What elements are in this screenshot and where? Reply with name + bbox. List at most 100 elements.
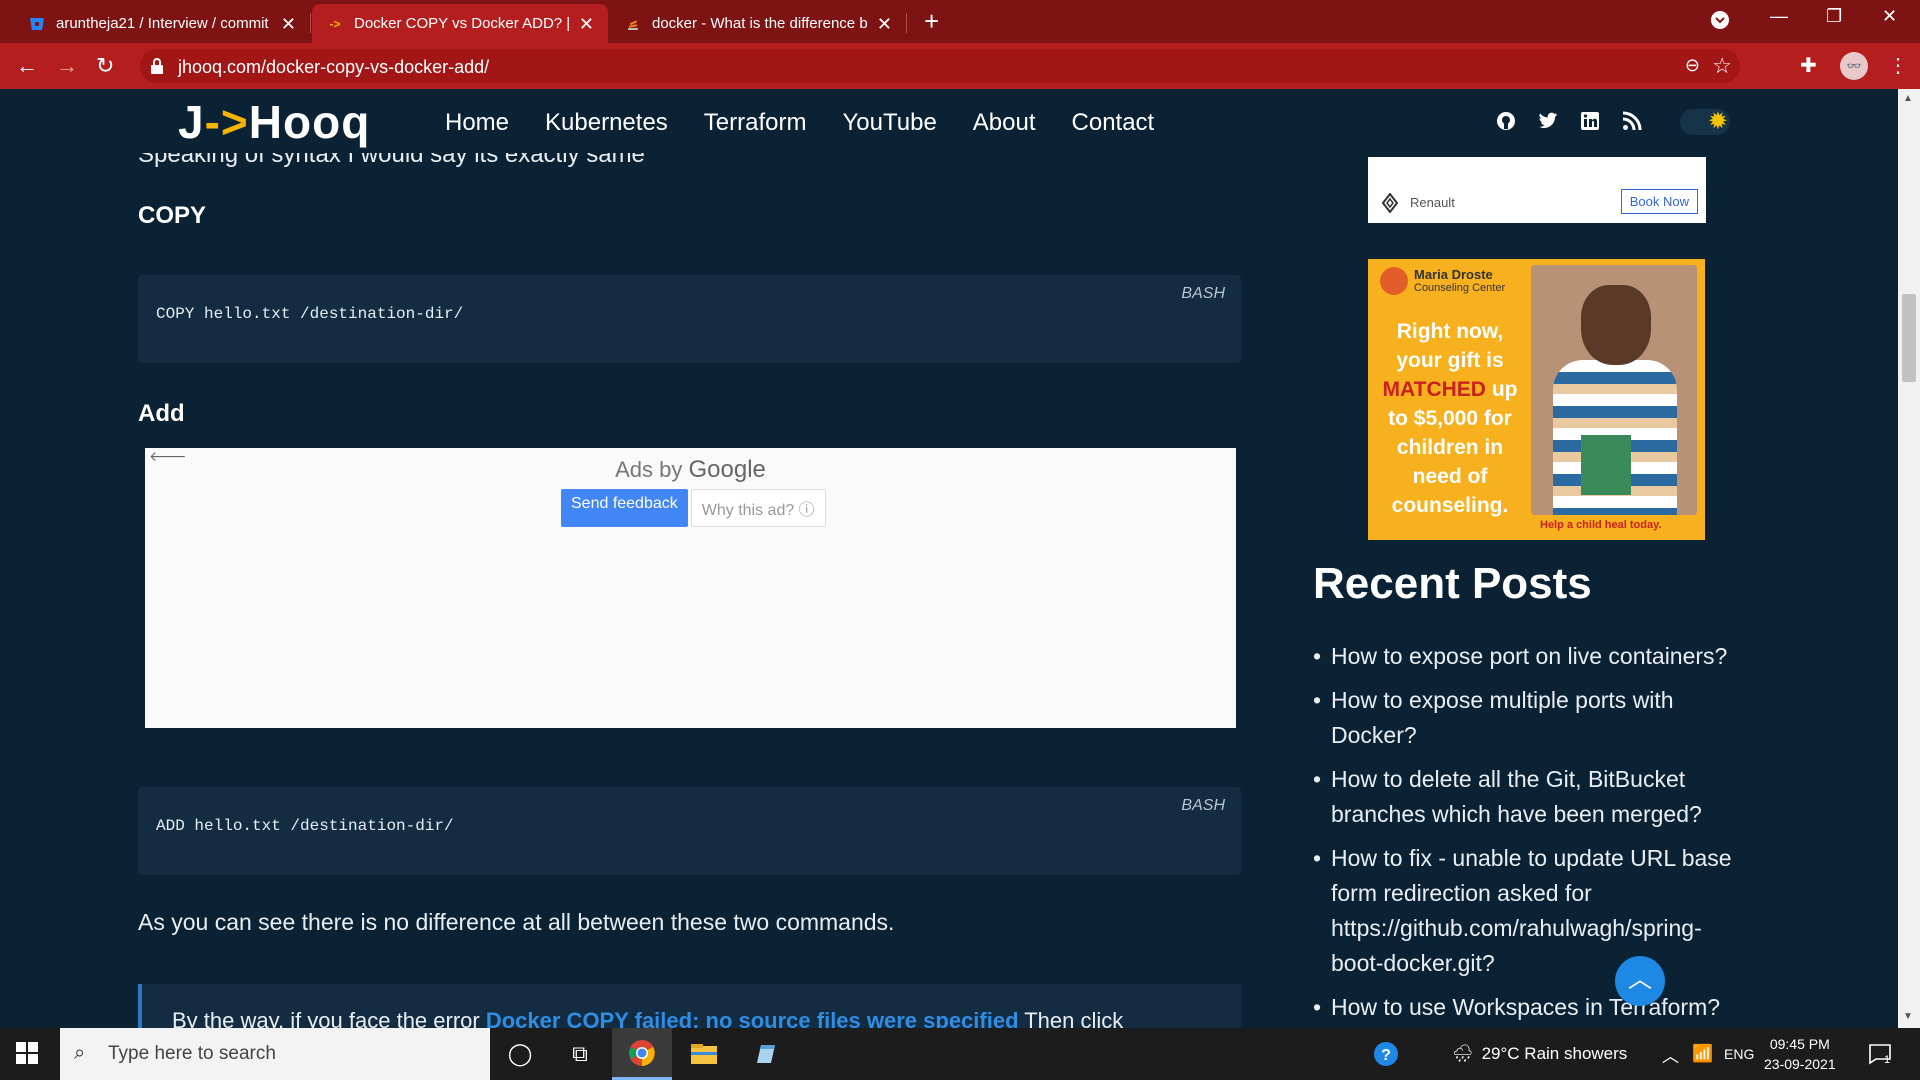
why-this-ad-button[interactable]: Why this ad? ⓘ [690,489,826,527]
recent-post-link[interactable]: How to delete all the Git, BitBucket bra… [1313,762,1753,832]
clock-date: 23-09-2021 [1764,1056,1836,1072]
note-link[interactable]: Docker COPY failed: no source files were… [486,1008,1019,1028]
bookmark-star-icon[interactable]: ☆ [1712,53,1732,79]
close-tab-icon[interactable]: ✕ [579,15,594,33]
scroll-thumb[interactable] [1902,294,1916,382]
linkedin-icon[interactable] [1579,111,1601,133]
tab-separator [906,13,907,33]
recent-post-link[interactable]: How to fix - unable to update URL base f… [1313,841,1753,981]
language-indicator[interactable]: ENG [1724,1028,1754,1080]
browser-menu-icon[interactable]: ⋮ [1888,52,1908,80]
close-tab-icon[interactable]: ✕ [281,15,296,33]
heart-logo-icon [1380,267,1408,295]
scroll-down-icon[interactable]: ▼ [1903,1011,1913,1022]
tab-search-chevron-icon[interactable] [1710,10,1730,35]
help-icon[interactable]: ? [1356,1028,1416,1080]
forward-arrow-icon[interactable]: → [56,53,78,79]
restore-icon[interactable]: ❐ [1826,6,1842,27]
search-icon: ⌕ [74,1042,86,1064]
windows-start-icon[interactable] [16,1042,38,1064]
twitter-icon[interactable] [1537,111,1559,133]
chrome-icon[interactable] [612,1028,672,1080]
github-icon[interactable] [1495,111,1517,133]
recent-post-link[interactable]: How to expose port on live containers? [1313,639,1753,674]
taskbar-search[interactable]: ⌕ Type here to search [60,1028,490,1080]
new-tab-plus-icon[interactable]: + [924,8,939,34]
task-view-icon[interactable]: ⧉ [550,1028,610,1080]
tab-bitbucket[interactable]: aruntheja21 / Interview / commit ✕ [14,4,310,43]
sun-icon: ✹ [1707,108,1728,135]
scroll-to-top-button[interactable]: ︿ [1615,956,1665,1006]
taskbar-clock[interactable]: 09:45 PM 23-09-2021 [1764,1034,1836,1074]
close-window-icon[interactable]: ✕ [1882,6,1897,27]
maria-subtitle: Counseling Center [1414,282,1506,294]
weather-widget[interactable]: 🌧 29°C Rain showers [1452,1028,1627,1080]
extensions-puzzle-icon[interactable]: ✚ [1800,53,1817,78]
logo-hooq: Hooq [248,96,371,148]
tab-docker-copy-vs-add[interactable]: -> Docker COPY vs Docker ADD? | J ✕ [312,4,608,43]
recent-posts-heading: Recent Posts [1313,559,1592,608]
article-paragraph: As you can see there is no difference at… [138,909,895,935]
stackoverflow-icon [624,15,642,33]
maria-title: Maria Droste Counseling Center [1414,267,1506,294]
ad-feedback-buttons: Send feedback Why this ad? ⓘ [561,489,826,527]
wifi-icon[interactable]: 📶 [1692,1028,1713,1080]
weather-text: 29°C Rain showers [1481,1044,1628,1063]
nav-contact[interactable]: Contact [1072,109,1155,137]
rain-cloud-icon: 🌧 [1452,1044,1474,1063]
nav-terraform[interactable]: Terraform [704,109,807,137]
rss-icon[interactable] [1621,111,1643,133]
notification-count: 1 [1884,1054,1891,1066]
minimize-icon[interactable]: — [1770,6,1788,27]
recent-post-link[interactable]: How to use Workspaces in Terraform? [1313,990,1753,1025]
search-placeholder: Type here to search [108,1043,276,1064]
show-hidden-icons-chevron-icon[interactable]: ︿ [1662,1028,1679,1080]
copy-code-block[interactable]: BASH COPY hello.txt /destination-dir/ [138,275,1241,363]
note-suffix: Then click [1018,1008,1124,1028]
address-bar[interactable]: jhooq.com/docker-copy-vs-docker-add/ ⊖ ☆ [140,49,1740,83]
clock-time: 09:45 PM [1769,1036,1830,1052]
notepad-app-icon[interactable] [736,1028,796,1080]
renault-name: Renault [1410,195,1455,210]
windows-taskbar: ⌕ Type here to search ◯ ⧉ ? 🌧 29°C Rain … [0,1028,1920,1080]
page-scrollbar[interactable]: ▲ ▼ [1898,89,1920,1028]
profile-avatar[interactable]: 👓 [1840,52,1868,80]
maria-message: Right now, your gift is MATCHED up to $5… [1374,317,1526,520]
google-brand: Google [688,456,766,483]
ads-by-google: Ads by Google [145,456,1236,484]
tab-stackoverflow[interactable]: docker - What is the difference b ✕ [610,4,906,43]
copy-heading: COPY [138,202,207,229]
main-nav: Home Kubernetes Terraform YouTube About … [445,109,1154,137]
svg-text:?: ? [1381,1047,1391,1064]
recent-post-link[interactable]: How to expose multiple ports with Docker… [1313,683,1753,753]
nav-about[interactable]: About [973,109,1036,137]
file-explorer-icon[interactable] [674,1028,734,1080]
nav-kubernetes[interactable]: Kubernetes [545,109,668,137]
action-center-icon[interactable]: 1 [1868,1028,1891,1080]
code-language-label: BASH [1181,285,1225,302]
maria-droste-ad[interactable]: Maria Droste Counseling Center Right now,… [1368,259,1705,540]
send-feedback-button[interactable]: Send feedback [561,489,688,527]
site-header: J->Hooq Home Kubernetes Terraform YouTub… [0,89,1898,153]
add-code: ADD hello.txt /destination-dir/ [156,817,454,835]
zoom-icon[interactable]: ⊖ [1685,55,1700,76]
browser-tab-bar: aruntheja21 / Interview / commit ✕ -> Do… [0,0,1920,43]
renault-ad[interactable]: Renault Book Now [1368,157,1706,223]
add-code-block[interactable]: BASH ADD hello.txt /destination-dir/ [138,787,1241,875]
theme-toggle[interactable]: ✹ [1680,109,1730,135]
jhooq-favicon-icon: -> [329,16,341,31]
logo-arrow: -> [204,96,249,148]
tab-title: Docker COPY vs Docker ADD? | J [354,15,571,32]
back-arrow-icon[interactable]: ← [16,53,38,79]
close-tab-icon[interactable]: ✕ [877,15,892,33]
nav-youtube[interactable]: YouTube [842,109,936,137]
book-now-button[interactable]: Book Now [1620,189,1698,214]
cortana-icon[interactable]: ◯ [490,1028,550,1080]
code-language-label: BASH [1181,797,1225,814]
maria-name: Maria Droste [1414,267,1493,282]
scroll-up-icon[interactable]: ▲ [1903,93,1913,104]
reload-icon[interactable]: ↻ [96,53,114,79]
lock-icon [151,58,163,74]
site-logo[interactable]: J->Hooq [178,95,370,149]
nav-home[interactable]: Home [445,109,509,137]
